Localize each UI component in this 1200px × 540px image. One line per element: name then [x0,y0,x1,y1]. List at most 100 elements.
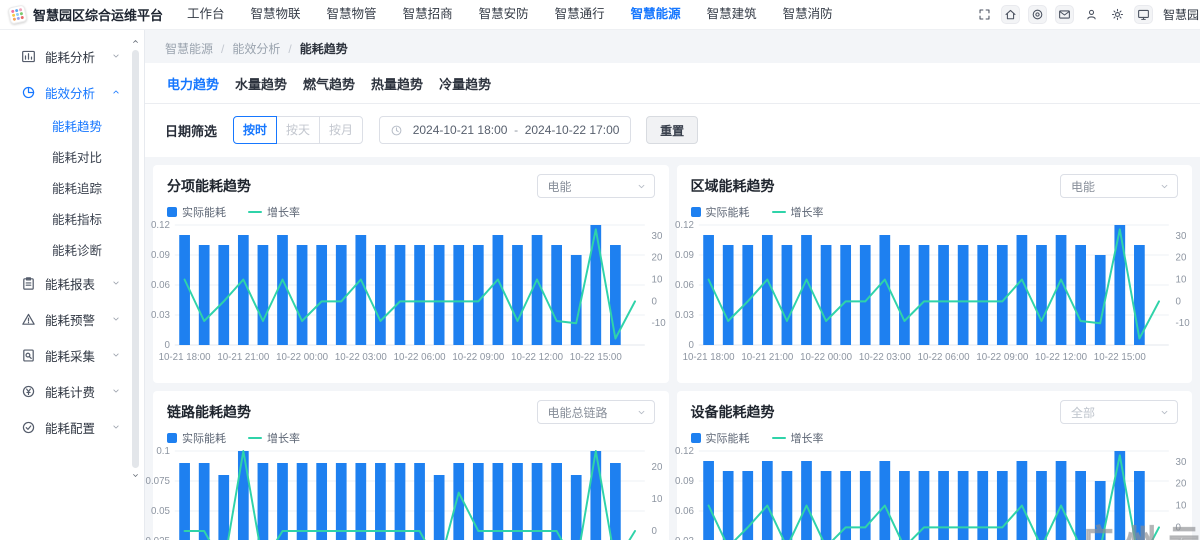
line-swatch [248,437,262,440]
scrollbar-thumb[interactable] [132,50,139,468]
right-axis: -100102030 [652,231,667,329]
clock-icon [390,124,403,137]
svg-text:10-22 12:00: 10-22 12:00 [1035,352,1087,363]
svg-text:10-22 00:00: 10-22 00:00 [800,352,852,363]
nav-item-8[interactable]: 智慧消防 [770,0,846,29]
config-icon [21,420,36,435]
legend-line[interactable]: 增长率 [248,430,300,446]
date-filter-label: 日期筛选 [165,121,217,140]
chevron-down-icon [111,386,121,396]
tab-2[interactable]: 燃气趋势 [301,74,357,93]
breadcrumb: 智慧能源/能效分析/能耗趋势 [145,30,1200,63]
nav-item-3[interactable]: 智慧招商 [390,0,466,29]
tab-0[interactable]: 电力趋势 [165,74,221,93]
badge-icon[interactable] [1028,5,1047,24]
svg-text:10: 10 [1175,500,1186,511]
chart-canvas[interactable]: 00.0250.050.0750.1-100102010-21 18:0010-… [167,449,655,540]
legend-bar-label: 实际能耗 [182,204,226,220]
tab-3[interactable]: 热量趋势 [369,74,425,93]
svg-text:10-22 03:00: 10-22 03:00 [335,352,387,363]
growth-line [185,451,635,540]
chart-canvas[interactable]: 00.030.060.090.12-10010203010-21 18:0010… [167,223,655,371]
svg-text:0.075: 0.075 [146,476,171,487]
nav-item-5[interactable]: 智慧通行 [542,0,618,29]
mode-button-2[interactable]: 按月 [319,116,363,144]
svg-text:0.03: 0.03 [674,536,693,540]
trend-tabs: 电力趋势水量趋势燃气趋势热量趋势冷量趋势 [145,63,1200,104]
svg-text:10: 10 [652,494,663,505]
legend-line[interactable]: 增长率 [772,430,824,446]
breadcrumb-item-0[interactable]: 智慧能源 [165,40,213,57]
breadcrumb-item-2: 能耗趋势 [300,40,348,57]
mail-icon[interactable] [1055,5,1074,24]
chart-select-value: 电能总链路 [548,404,608,421]
svg-text:30: 30 [1175,457,1186,468]
chart-panel-3: 设备能耗趋势全部实际能耗增长率00.030.060.090.12-1001020… [677,391,1193,540]
sidebar-item-1-2[interactable]: 能耗追踪 [0,172,144,203]
chart-canvas[interactable]: 00.030.060.090.12-10010203010-21 18:0010… [691,449,1179,540]
line-swatch [248,211,262,214]
legend-line[interactable]: 增长率 [772,204,824,220]
nav-item-6[interactable]: 智慧能源 [618,0,694,29]
user-icon[interactable] [1082,6,1100,24]
nav-item-7[interactable]: 智慧建筑 [694,0,770,29]
sidebar-group-1[interactable]: 能效分析 [0,74,144,110]
navbar-actions: 智慧园 [975,5,1200,24]
reset-button[interactable]: 重置 [646,116,698,144]
tab-1[interactable]: 水量趋势 [233,74,289,93]
sidebar-group-2[interactable]: 能耗报表 [0,265,144,301]
range-end[interactable]: 2024-10-22 17:00 [524,123,620,137]
app-logo: 智慧园区综合运维平台 [0,5,163,24]
pie-icon [21,85,36,100]
breadcrumb-item-1[interactable]: 能效分析 [232,40,280,57]
mode-button-0[interactable]: 按时 [233,116,277,144]
sidebar-item-1-4[interactable]: 能耗诊断 [0,234,144,265]
legend-bar[interactable]: 实际能耗 [691,204,750,220]
legend-bar[interactable]: 实际能耗 [167,430,226,446]
sidebar-group-5[interactable]: 能耗计费 [0,373,144,409]
brightness-icon[interactable] [1108,6,1126,24]
mode-button-1[interactable]: 按天 [276,116,320,144]
legend-bar[interactable]: 实际能耗 [691,430,750,446]
legend-line-label: 增长率 [791,430,824,446]
scroll-down-icon[interactable] [130,471,140,481]
app-title: 智慧园区综合运维平台 [33,5,163,24]
sidebar-item-1-0[interactable]: 能耗趋势 [0,110,144,141]
sidebar-scrollbar[interactable] [130,37,140,481]
sidebar-group-4[interactable]: 能耗采集 [0,337,144,373]
nav-item-0[interactable]: 工作台 [174,0,238,29]
legend-line[interactable]: 增长率 [248,204,300,220]
date-range-picker[interactable]: 2024-10-21 18:00 - 2024-10-22 17:00 [379,116,631,144]
svg-text:10-22 06:00: 10-22 06:00 [917,352,969,363]
legend-bar[interactable]: 实际能耗 [167,204,226,220]
sidebar-item-1-3[interactable]: 能耗指标 [0,203,144,234]
sidebar-group-0[interactable]: 能耗分析 [0,38,144,74]
nav-item-1[interactable]: 智慧物联 [238,0,314,29]
svg-text:10-22 09:00: 10-22 09:00 [452,352,504,363]
sidebar-group-3[interactable]: 能耗预警 [0,301,144,337]
chart-select[interactable]: 电能总链路 [537,400,655,424]
chart-canvas[interactable]: 00.030.060.090.12-10010203010-21 18:0010… [691,223,1179,371]
scroll-up-icon[interactable] [130,37,140,47]
svg-text:10-21 18:00: 10-21 18:00 [159,352,211,363]
svg-text:0: 0 [652,526,658,537]
chart-select[interactable]: 全部 [1060,400,1178,424]
tab-4[interactable]: 冷量趋势 [437,74,493,93]
sidebar-group-6[interactable]: 能耗配置 [0,409,144,445]
fullscreen-icon[interactable] [975,6,993,24]
range-start[interactable]: 2024-10-21 18:00 [412,123,508,137]
nav-item-2[interactable]: 智慧物管 [314,0,390,29]
home-icon[interactable] [1001,5,1020,24]
svg-text:10-22 00:00: 10-22 00:00 [276,352,328,363]
chart-select-value: 电能 [548,178,572,195]
svg-text:10-22 12:00: 10-22 12:00 [511,352,563,363]
range-separator: - [508,123,524,137]
chevron-up-icon [111,87,121,97]
user-menu[interactable]: 智慧园 [1163,6,1200,23]
bar-swatch [167,433,177,443]
chart-select[interactable]: 电能 [1060,174,1178,198]
sidebar-item-1-1[interactable]: 能耗对比 [0,141,144,172]
exit-icon[interactable] [1134,5,1153,24]
chart-select[interactable]: 电能 [537,174,655,198]
nav-item-4[interactable]: 智慧安防 [466,0,542,29]
